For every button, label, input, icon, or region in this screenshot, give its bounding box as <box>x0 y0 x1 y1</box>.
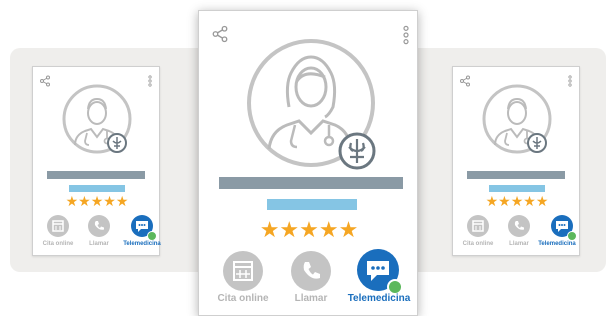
phone-icon <box>303 262 320 279</box>
phone-icon <box>94 221 104 230</box>
calendar-icon <box>52 220 64 232</box>
llamar-label: Llamar <box>294 293 328 304</box>
cita-online-button[interactable] <box>223 251 263 291</box>
doctor-name-placeholder <box>467 171 565 179</box>
doctor-avatar-icon <box>247 39 376 170</box>
doctor-avatar-icon <box>62 84 132 154</box>
share-icon[interactable] <box>39 75 51 87</box>
doctor-specialty-placeholder <box>489 185 545 192</box>
phone-icon <box>514 221 524 230</box>
more-vertical-icon[interactable] <box>147 75 153 87</box>
telemedicina-label: Telemedicina <box>538 241 576 247</box>
check-icon <box>567 231 577 241</box>
more-vertical-icon[interactable] <box>402 25 410 45</box>
calendar-icon <box>233 261 253 281</box>
cita-online-button[interactable] <box>467 215 489 237</box>
llamar-button[interactable] <box>508 215 530 237</box>
calendar-icon <box>472 220 484 232</box>
rating-stars: ★★★★★ <box>65 193 129 209</box>
check-icon <box>147 231 157 241</box>
doctor-specialty-placeholder <box>267 199 357 210</box>
doctor-avatar-icon <box>482 84 552 154</box>
share-icon[interactable] <box>211 25 229 43</box>
rating-stars: ★★★★★ <box>485 193 549 209</box>
telemedicina-label: Telemedicina <box>347 293 411 304</box>
rating-stars: ★★★★★ <box>259 217 359 242</box>
telemedicina-label: Telemedicina <box>123 241 161 247</box>
more-vertical-icon[interactable] <box>567 75 573 87</box>
cita-online-button[interactable] <box>47 215 69 237</box>
share-icon[interactable] <box>459 75 471 87</box>
doctor-card-left[interactable]: ★★★★★ Cita online Llamar Telemedicina <box>32 66 161 256</box>
doctor-name-placeholder <box>47 171 145 179</box>
doctor-specialty-placeholder <box>69 185 125 192</box>
doctor-card-right[interactable]: ★★★★★ Cita online Llamar Telemedicina <box>452 66 580 256</box>
doctor-card-center[interactable]: ★★★★★ Cita online Llamar Telemedicina <box>198 10 418 316</box>
doctor-name-placeholder <box>219 177 403 189</box>
llamar-button[interactable] <box>88 215 110 237</box>
llamar-button[interactable] <box>291 251 331 291</box>
